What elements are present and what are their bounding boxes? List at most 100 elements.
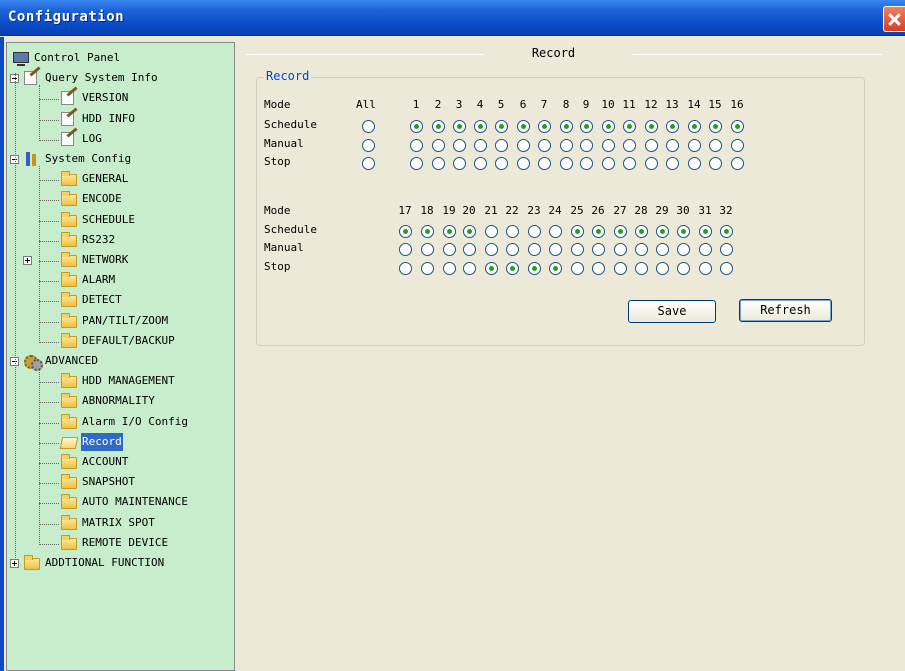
tree-item-rs232[interactable]: RS232 <box>61 231 116 249</box>
radio-ch23-schedule[interactable] <box>528 225 541 238</box>
tree-item-default-backup[interactable]: DEFAULT/BACKUP <box>61 332 176 350</box>
radio-ch1-schedule[interactable] <box>410 120 423 133</box>
radio-ch11-manual[interactable] <box>623 139 636 152</box>
radio-ch1-manual[interactable] <box>410 139 423 152</box>
radio-ch30-manual[interactable] <box>677 243 690 256</box>
radio-ch7-stop[interactable] <box>538 157 551 170</box>
tree-item-query-system-info[interactable]: Query System Info <box>24 69 159 87</box>
radio-ch14-stop[interactable] <box>688 157 701 170</box>
tree-item-pan-tilt-zoom[interactable]: PAN/TILT/ZOOM <box>61 312 169 330</box>
save-button[interactable]: Save <box>628 300 716 323</box>
radio-ch6-manual[interactable] <box>517 139 530 152</box>
config-tree[interactable]: Control Panel Query System Info VERSION HDD… <box>6 42 235 671</box>
tree-item-remote-device[interactable]: REMOTE DEVICE <box>61 534 169 552</box>
tree-item-hdd-info[interactable]: HDD INFO <box>61 110 136 128</box>
radio-ch26-stop[interactable] <box>592 262 605 275</box>
radio-all-schedule[interactable] <box>362 120 375 133</box>
radio-ch4-manual[interactable] <box>474 139 487 152</box>
radio-ch24-schedule[interactable] <box>549 225 562 238</box>
radio-ch6-stop[interactable] <box>517 157 530 170</box>
tree-item-alarm[interactable]: ALARM <box>61 271 116 289</box>
radio-ch29-schedule[interactable] <box>656 225 669 238</box>
radio-ch17-schedule[interactable] <box>399 225 412 238</box>
radio-ch25-manual[interactable] <box>571 243 584 256</box>
refresh-button[interactable]: Refresh <box>739 299 832 322</box>
radio-ch30-schedule[interactable] <box>677 225 690 238</box>
radio-ch32-schedule[interactable] <box>720 225 733 238</box>
expand-icon[interactable] <box>10 559 19 568</box>
radio-ch28-schedule[interactable] <box>635 225 648 238</box>
radio-all-stop[interactable] <box>362 157 375 170</box>
radio-ch27-manual[interactable] <box>614 243 627 256</box>
radio-ch1-stop[interactable] <box>410 157 423 170</box>
tree-item-version[interactable]: VERSION <box>61 89 129 107</box>
tree-item-alarm-i-o-config[interactable]: Alarm I/O Config <box>61 413 189 431</box>
radio-ch19-schedule[interactable] <box>443 225 456 238</box>
radio-ch32-manual[interactable] <box>720 243 733 256</box>
tree-item-advanced[interactable]: ADVANCED <box>24 352 99 371</box>
tree-item-system-config[interactable]: System Config <box>24 150 132 168</box>
radio-ch8-manual[interactable] <box>560 139 573 152</box>
tree-item-auto-maintenance[interactable]: AUTO MAINTENANCE <box>61 493 189 511</box>
close-icon[interactable] <box>883 6 905 32</box>
radio-ch14-schedule[interactable] <box>688 120 701 133</box>
radio-ch22-schedule[interactable] <box>506 225 519 238</box>
radio-ch31-stop[interactable] <box>699 262 712 275</box>
radio-ch12-manual[interactable] <box>645 139 658 152</box>
radio-ch24-stop[interactable] <box>549 262 562 275</box>
radio-ch21-schedule[interactable] <box>485 225 498 238</box>
radio-ch16-schedule[interactable] <box>731 120 744 133</box>
radio-ch2-manual[interactable] <box>432 139 445 152</box>
tree-item-encode[interactable]: ENCODE <box>61 190 123 208</box>
radio-ch25-stop[interactable] <box>571 262 584 275</box>
radio-ch15-manual[interactable] <box>709 139 722 152</box>
radio-ch12-schedule[interactable] <box>645 120 658 133</box>
radio-ch6-schedule[interactable] <box>517 120 530 133</box>
radio-ch14-manual[interactable] <box>688 139 701 152</box>
radio-ch9-manual[interactable] <box>580 139 593 152</box>
radio-ch18-manual[interactable] <box>421 243 434 256</box>
tree-item-control-panel[interactable]: Control Panel <box>13 49 121 67</box>
radio-ch13-manual[interactable] <box>666 139 679 152</box>
radio-ch22-stop[interactable] <box>506 262 519 275</box>
radio-ch13-schedule[interactable] <box>666 120 679 133</box>
radio-ch13-stop[interactable] <box>666 157 679 170</box>
radio-ch19-manual[interactable] <box>443 243 456 256</box>
radio-ch17-manual[interactable] <box>399 243 412 256</box>
radio-ch21-stop[interactable] <box>485 262 498 275</box>
tree-item-log[interactable]: LOG <box>61 130 103 148</box>
radio-ch17-stop[interactable] <box>399 262 412 275</box>
radio-ch20-stop[interactable] <box>463 262 476 275</box>
radio-ch31-schedule[interactable] <box>699 225 712 238</box>
radio-ch32-stop[interactable] <box>720 262 733 275</box>
radio-ch11-stop[interactable] <box>623 157 636 170</box>
radio-ch3-stop[interactable] <box>453 157 466 170</box>
tree-item-hdd-management[interactable]: HDD MANAGEMENT <box>61 372 176 390</box>
radio-ch9-schedule[interactable] <box>580 120 593 133</box>
tree-item-abnormality[interactable]: ABNORMALITY <box>61 392 156 410</box>
radio-ch15-schedule[interactable] <box>709 120 722 133</box>
radio-ch18-stop[interactable] <box>421 262 434 275</box>
radio-ch25-schedule[interactable] <box>571 225 584 238</box>
tree-item-record[interactable]: Record <box>59 432 123 451</box>
radio-ch20-schedule[interactable] <box>463 225 476 238</box>
tree-item-account[interactable]: ACCOUNT <box>61 453 129 471</box>
radio-ch8-stop[interactable] <box>560 157 573 170</box>
radio-ch10-stop[interactable] <box>602 157 615 170</box>
radio-ch26-manual[interactable] <box>592 243 605 256</box>
radio-ch29-manual[interactable] <box>656 243 669 256</box>
radio-ch8-schedule[interactable] <box>560 120 573 133</box>
radio-ch7-manual[interactable] <box>538 139 551 152</box>
tree-item-schedule[interactable]: SCHEDULE <box>61 211 136 229</box>
radio-ch27-stop[interactable] <box>614 262 627 275</box>
radio-ch29-stop[interactable] <box>656 262 669 275</box>
radio-ch2-stop[interactable] <box>432 157 445 170</box>
radio-ch5-schedule[interactable] <box>495 120 508 133</box>
radio-ch11-schedule[interactable] <box>623 120 636 133</box>
radio-ch12-stop[interactable] <box>645 157 658 170</box>
radio-ch27-schedule[interactable] <box>614 225 627 238</box>
radio-ch4-schedule[interactable] <box>474 120 487 133</box>
radio-ch28-manual[interactable] <box>635 243 648 256</box>
tree-item-detect[interactable]: DETECT <box>61 291 123 309</box>
tree-item-general[interactable]: GENERAL <box>61 170 129 188</box>
